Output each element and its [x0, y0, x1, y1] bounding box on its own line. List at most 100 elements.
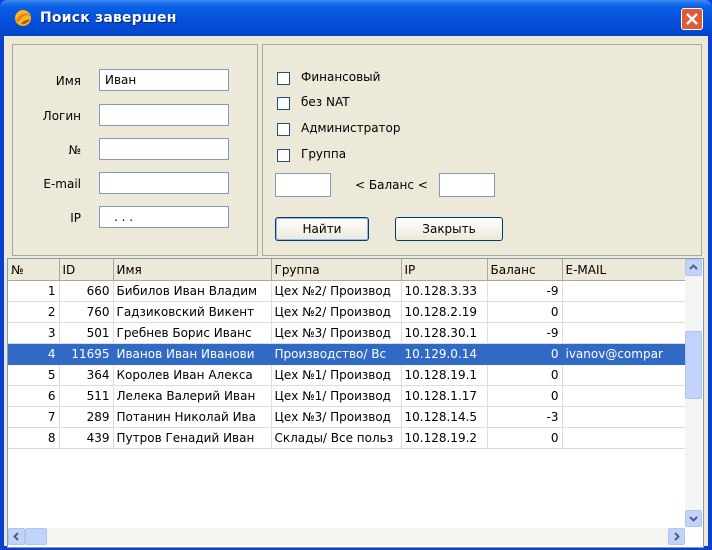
horizontal-scrollbar[interactable] — [8, 528, 685, 545]
cell-email — [562, 406, 686, 428]
cell-group: Цех №3/ Производ — [271, 406, 402, 428]
cell-name: Королев Иван Алекса — [113, 364, 272, 386]
email-label: E-mail — [43, 177, 81, 191]
cell-email — [562, 280, 686, 302]
checkbox-financial-label: Финансовый — [301, 70, 381, 84]
window-title: Поиск завершен — [40, 10, 177, 26]
search-fields-panel: Имя Иван Логин № E-mail IP . . . — [12, 44, 258, 256]
cell-number: 6 — [8, 385, 60, 407]
table-row[interactable]: 6 511 Лелека Валерий Иван Цех №1/ Производ 1… — [8, 385, 686, 407]
horizontal-scroll-thumb[interactable] — [25, 528, 47, 545]
cell-number: 4 — [8, 343, 60, 365]
table-row[interactable]: 5 364 Королев Иван Алекса Цех №1/ Производ 1… — [8, 364, 686, 386]
scroll-right-button[interactable] — [668, 528, 685, 545]
cell-email: ivanov@compar — [562, 343, 686, 365]
checkbox-group-label: Группа — [301, 147, 347, 161]
cell-ip: 10.128.3.33 — [401, 280, 488, 302]
cell-balance: 0 — [487, 343, 563, 365]
name-label: Имя — [55, 74, 81, 88]
checkbox-financial[interactable] — [277, 72, 290, 85]
cell-name: Гадзиковский Викент — [113, 301, 272, 323]
balance-min-field[interactable] — [275, 173, 331, 197]
column-header-balance[interactable]: Баланс — [487, 259, 563, 281]
checkbox-admin[interactable] — [277, 123, 290, 136]
cell-id: 11695 — [59, 343, 114, 365]
balance-max-field[interactable] — [439, 173, 495, 197]
cell-id: 289 — [59, 406, 114, 428]
column-header-id[interactable]: ID — [59, 259, 114, 281]
column-header-ip[interactable]: IP — [401, 259, 488, 281]
cell-balance: 0 — [487, 385, 563, 407]
cell-name: Иванов Иван Иванови — [113, 343, 272, 365]
cell-ip: 10.128.2.19 — [401, 301, 488, 323]
table-row[interactable]: 7 289 Потанин Николай Ива Цех №3/ Производ 1… — [8, 406, 686, 428]
cell-ip: 10.128.19.2 — [401, 427, 488, 449]
name-field[interactable]: Иван — [99, 69, 229, 91]
cell-group: Цех №2/ Производ — [271, 280, 402, 302]
chevron-left-icon — [13, 532, 19, 541]
column-header-number[interactable]: № — [8, 259, 60, 281]
column-header-email[interactable]: E-MAIL — [562, 259, 686, 281]
cell-number: 3 — [8, 322, 60, 344]
cell-email — [562, 322, 686, 344]
cell-group: Цех №3/ Производ — [271, 322, 402, 344]
app-icon — [12, 8, 34, 28]
cell-balance: -3 — [487, 406, 563, 428]
search-window: Поиск завершен Имя Иван Логин № E-mail I… — [0, 0, 712, 550]
filters-panel: Финансовый без NAT Администратор Группа … — [262, 44, 702, 256]
login-field[interactable] — [99, 104, 229, 126]
vertical-scroll-thumb[interactable] — [685, 331, 702, 399]
number-field[interactable] — [99, 138, 229, 160]
balance-label: < Баланс < — [355, 178, 428, 192]
chevron-up-icon — [689, 264, 698, 270]
cell-ip: 10.128.19.1 — [401, 364, 488, 386]
window-client: Имя Иван Логин № E-mail IP . . . Финансо… — [4, 36, 708, 548]
table-row[interactable]: 2 760 Гадзиковский Викент Цех №2/ Производ 1… — [8, 301, 686, 323]
scroll-up-button[interactable] — [685, 259, 702, 276]
cell-group: Цех №1/ Производ — [271, 364, 402, 386]
table-row[interactable]: 8 439 Путров Генадий Иван Склады/ Все польз… — [8, 427, 686, 449]
results-table-body: 1 660 Бибилов Иван Владим Цех №2/ Производ 1… — [8, 280, 686, 449]
cell-id: 660 — [59, 280, 114, 302]
ip-label: IP — [70, 211, 81, 225]
vertical-scrollbar[interactable] — [685, 259, 702, 527]
cell-id: 760 — [59, 301, 114, 323]
ip-field[interactable]: . . . — [99, 206, 229, 228]
table-row[interactable]: 3 501 Гребнев Борис Иванс Цех №3/ Производ 1… — [8, 322, 686, 344]
checkbox-no-nat-label: без NAT — [301, 95, 350, 109]
results-grid: № ID Имя Группа IP Баланс E-MAIL 1 660 Биб… — [7, 258, 704, 548]
cell-ip: 10.128.1.17 — [401, 385, 488, 407]
cell-number: 1 — [8, 280, 60, 302]
email-field[interactable] — [99, 172, 229, 194]
cell-ip: 10.129.0.14 — [401, 343, 488, 365]
cell-balance: 0 — [487, 364, 563, 386]
cell-ip: 10.128.14.5 — [401, 406, 488, 428]
cell-balance: 0 — [487, 427, 563, 449]
cell-id: 501 — [59, 322, 114, 344]
cell-number: 5 — [8, 364, 60, 386]
checkbox-no-nat[interactable] — [277, 97, 290, 110]
title-bar[interactable]: Поиск завершен — [0, 0, 712, 36]
scroll-down-button[interactable] — [685, 510, 702, 527]
close-button[interactable]: Закрыть — [395, 217, 503, 241]
table-row[interactable]: 1 660 Бибилов Иван Владим Цех №2/ Производ 1… — [8, 280, 686, 302]
cell-group: Производство/ Вс — [271, 343, 402, 365]
cell-number: 7 — [8, 406, 60, 428]
cell-number: 2 — [8, 301, 60, 323]
table-row[interactable]: 4 11695 Иванов Иван Иванови Производство/ В… — [8, 343, 686, 365]
login-label: Логин — [42, 109, 81, 123]
cell-balance: -9 — [487, 280, 563, 302]
cell-email — [562, 385, 686, 407]
checkbox-group[interactable] — [277, 149, 290, 162]
number-label: № — [68, 143, 81, 157]
cell-ip: 10.128.30.1 — [401, 322, 488, 344]
cell-id: 364 — [59, 364, 114, 386]
scroll-left-button[interactable] — [8, 528, 25, 545]
find-button[interactable]: Найти — [275, 217, 369, 241]
cell-name: Лелека Валерий Иван — [113, 385, 272, 407]
close-window-button[interactable] — [681, 8, 703, 30]
cell-group: Склады/ Все польз — [271, 427, 402, 449]
chevron-down-icon — [689, 516, 698, 522]
column-header-group[interactable]: Группа — [271, 259, 402, 281]
column-header-name[interactable]: Имя — [113, 259, 272, 281]
